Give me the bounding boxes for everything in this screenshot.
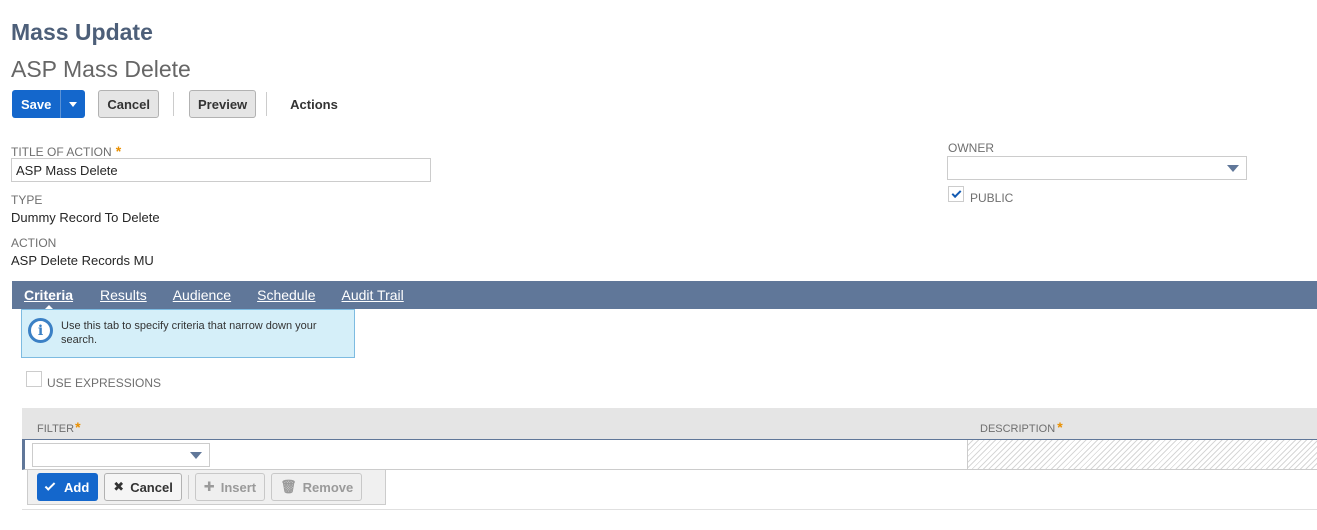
public-label: PUBLIC xyxy=(970,191,1014,205)
title-of-action-input[interactable]: ASP Mass Delete xyxy=(11,158,431,182)
cancel-button[interactable]: Cancel xyxy=(98,90,160,118)
insert-row-button-label: Insert xyxy=(220,479,257,495)
title-of-action-label-text: TITLE OF ACTION xyxy=(11,145,112,159)
tab-audit-trail[interactable]: Audit Trail xyxy=(342,287,404,303)
table-row xyxy=(22,439,1317,470)
chevron-down-icon xyxy=(69,101,78,107)
plus-icon: ✚ xyxy=(203,479,215,494)
remove-row-button[interactable]: 🗑 Remove xyxy=(271,473,363,501)
toolbar-divider xyxy=(173,92,175,116)
description-column-header-text: DESCRIPTION xyxy=(980,423,1056,435)
filter-table-header: FILTER* DESCRIPTION * xyxy=(22,408,1317,439)
insert-row-button[interactable]: ✚ Insert xyxy=(194,473,266,501)
subtab-bar: Criteria Results Audience Schedule Audit… xyxy=(12,281,1317,309)
preview-button[interactable]: Preview xyxy=(189,90,257,118)
criteria-help-box: i Use this tab to specify criteria that … xyxy=(21,309,355,358)
required-indicator: * xyxy=(75,419,81,435)
remove-row-button-label: Remove xyxy=(302,479,354,495)
info-icon: i xyxy=(28,318,53,343)
type-label: TYPE xyxy=(11,193,43,207)
action-value: ASP Delete Records MU xyxy=(11,253,154,268)
page-heading: Mass Update xyxy=(11,19,153,45)
save-button[interactable]: Save xyxy=(12,90,61,118)
close-icon: ✖ xyxy=(113,479,125,494)
type-value: Dummy Record To Delete xyxy=(11,210,160,225)
filter-column-header: FILTER* xyxy=(37,419,81,435)
checkmark-icon xyxy=(44,480,56,491)
row-action-bar: Add ✖ Cancel ✚ Insert 🗑 Remove xyxy=(27,470,386,505)
actions-menu[interactable]: Actions xyxy=(290,97,338,112)
save-options-button[interactable] xyxy=(60,90,86,118)
use-expressions-checkbox[interactable] xyxy=(26,371,42,387)
add-row-button[interactable]: Add xyxy=(37,473,99,501)
tab-schedule[interactable]: Schedule xyxy=(257,287,315,303)
dropdown-arrow-icon xyxy=(190,452,202,459)
filter-select[interactable] xyxy=(32,443,210,467)
trash-icon: 🗑 xyxy=(280,479,297,494)
public-checkbox[interactable] xyxy=(948,186,964,202)
description-cell-disabled xyxy=(967,440,1317,469)
tab-results[interactable]: Results xyxy=(100,287,147,303)
tab-criteria[interactable]: Criteria xyxy=(24,287,73,303)
use-expressions-label: USE EXPRESSIONS xyxy=(47,376,162,390)
action-label: ACTION xyxy=(11,236,57,250)
save-button-group: Save xyxy=(12,90,86,118)
toolbar: Save Cancel Preview Actions xyxy=(12,90,338,118)
criteria-help-text: Use this tab to specify criteria that na… xyxy=(61,320,317,346)
toolbar-divider xyxy=(266,92,268,116)
tab-audience[interactable]: Audience xyxy=(173,287,231,303)
cancel-row-button[interactable]: ✖ Cancel xyxy=(104,473,182,501)
row-action-divider xyxy=(187,475,189,499)
owner-select[interactable] xyxy=(947,156,1247,180)
required-indicator: * xyxy=(115,143,122,159)
description-column-header: DESCRIPTION * xyxy=(980,419,1063,435)
dropdown-arrow-icon xyxy=(1227,165,1239,172)
title-of-action-label: TITLE OF ACTION * xyxy=(11,143,121,159)
cancel-row-button-label: Cancel xyxy=(130,479,173,495)
record-title: ASP Mass Delete xyxy=(11,56,191,82)
owner-label: OWNER xyxy=(948,141,994,155)
table-bottom-divider xyxy=(22,509,1317,510)
required-indicator: * xyxy=(1057,419,1063,435)
checkmark-icon xyxy=(951,187,961,198)
filter-column-header-text: FILTER xyxy=(37,423,75,435)
add-row-button-label: Add xyxy=(64,479,90,495)
